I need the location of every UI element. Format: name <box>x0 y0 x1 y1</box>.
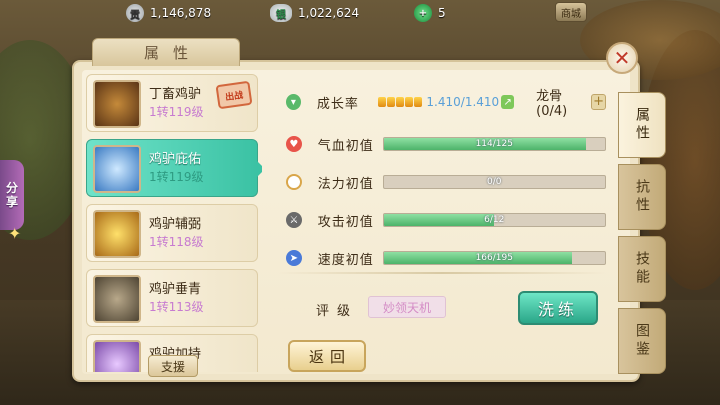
tab-skills[interactable]: 技能 <box>618 236 666 302</box>
mp-label: 法力初值 <box>317 176 374 192</box>
pet-level: 1转113级 <box>149 300 204 314</box>
attribute-area: ▾ 成长率 1.410/1.410 ↗ 龙骨(0/4) + ♥ 气血初值 114… <box>278 86 607 376</box>
coin-value: 1,146,878 <box>150 6 212 20</box>
growth-icon: ▾ <box>286 94 301 110</box>
attr-row-hp: ♥ 气血初值 114/125 <box>278 132 607 156</box>
pet-name: 鸡驴垂青 <box>149 282 202 297</box>
battle-stamp-icon: 出战 <box>215 80 253 110</box>
growth-stars <box>378 97 423 107</box>
pet-portrait-icon <box>93 145 141 193</box>
resource-coin: 贡 1,146,878 <box>126 3 211 23</box>
pet-item-4[interactable]: 鸡驴垂青 1转113级 <box>86 269 258 327</box>
share-label-2: 享 <box>5 195 18 209</box>
mana-icon <box>286 174 302 190</box>
pet-level: 1转118级 <box>149 235 204 249</box>
jade-value: 5 <box>438 6 446 20</box>
mp-bar: 0/0 <box>382 175 607 189</box>
mp-bar-text: 0/0 <box>487 177 502 187</box>
pet-portrait-icon <box>93 210 141 258</box>
speed-icon: ➤ <box>286 250 302 266</box>
attr-row-speed: ➤ 速度初值 166/195 <box>278 246 607 270</box>
dragon-bone-label: 龙骨(0/4) <box>536 89 568 119</box>
panel-title: 属性 <box>92 38 240 66</box>
close-button[interactable]: ✕ <box>606 42 638 74</box>
attack-bar-text: 6/12 <box>484 215 505 225</box>
support-button[interactable]: 支援 <box>148 355 198 377</box>
pet-list[interactable]: 丁畜鸡驴 1转119级 出战 鸡驴庇佑 1转119级 鸡驴辅弼 1转118级 鸡… <box>86 74 262 372</box>
star-icon: ✦ <box>8 224 22 243</box>
hp-bar: 114/125 <box>382 137 607 151</box>
rating-label: 评级 <box>316 304 359 319</box>
rating-value: 妙领天机 <box>368 296 446 318</box>
close-icon: ✕ <box>613 46 631 70</box>
pet-portrait-icon <box>93 340 141 372</box>
silver-value: 1,022,624 <box>298 6 360 20</box>
attr-row-attack: ⚔ 攻击初值 6/12 <box>278 208 607 232</box>
sword-icon: ⚔ <box>286 212 302 228</box>
growth-row: ▾ 成长率 1.410/1.410 ↗ 龙骨(0/4) + <box>278 89 606 119</box>
pet-name: 鸡驴辅弼 <box>149 217 202 232</box>
shop-button[interactable]: 商城 <box>555 2 587 22</box>
speed-bar: 166/195 <box>382 251 607 265</box>
heart-icon: ♥ <box>286 136 302 152</box>
pet-portrait-icon <box>93 275 141 323</box>
wash-button[interactable]: 洗练 <box>518 291 598 325</box>
add-dragon-bone-button[interactable]: + <box>591 94 606 110</box>
pet-name: 鸡驴庇佑 <box>149 152 202 167</box>
coin-icon: 贡 <box>126 4 144 22</box>
resource-silver: 银 1,022,624 <box>270 3 359 23</box>
resource-jade[interactable]: + 5 <box>414 3 446 23</box>
attr-row-mp: 法力初值 0/0 <box>278 170 607 194</box>
pet-level: 1转119级 <box>149 170 204 184</box>
resource-bar: 贡 1,146,878 银 1,022,624 + 5 商城 <box>0 0 720 26</box>
speed-label: 速度初值 <box>317 252 374 268</box>
pet-name: 丁畜鸡驴 <box>149 87 202 102</box>
back-button[interactable]: 返回 <box>288 340 366 372</box>
tab-attributes[interactable]: 属性 <box>618 92 666 158</box>
attack-label: 攻击初值 <box>317 214 374 230</box>
share-button[interactable]: 分 享 <box>0 160 24 230</box>
pet-item-2[interactable]: 鸡驴庇佑 1转119级 <box>86 139 262 197</box>
tab-codex[interactable]: 图鉴 <box>618 308 666 374</box>
hp-label: 气血初值 <box>317 138 374 154</box>
pet-level: 1转119级 <box>149 105 204 119</box>
growth-value: 1.410/1.410 <box>426 95 500 109</box>
tab-resistance[interactable]: 抗性 <box>618 164 666 230</box>
attack-bar: 6/12 <box>382 213 607 227</box>
hp-bar-text: 114/125 <box>475 139 513 149</box>
pet-item-3[interactable]: 鸡驴辅弼 1转118级 <box>86 204 258 262</box>
silver-icon: 银 <box>270 4 292 22</box>
share-label-1: 分 <box>5 181 18 195</box>
divider <box>278 272 606 274</box>
pet-item-1[interactable]: 丁畜鸡驴 1转119级 出战 <box>86 74 258 132</box>
growth-up-icon: ↗ <box>501 95 515 109</box>
pet-portrait-icon <box>93 80 141 128</box>
growth-label: 成长率 <box>316 96 359 112</box>
jade-icon[interactable]: + <box>414 4 432 22</box>
speed-bar-text: 166/195 <box>475 253 513 263</box>
